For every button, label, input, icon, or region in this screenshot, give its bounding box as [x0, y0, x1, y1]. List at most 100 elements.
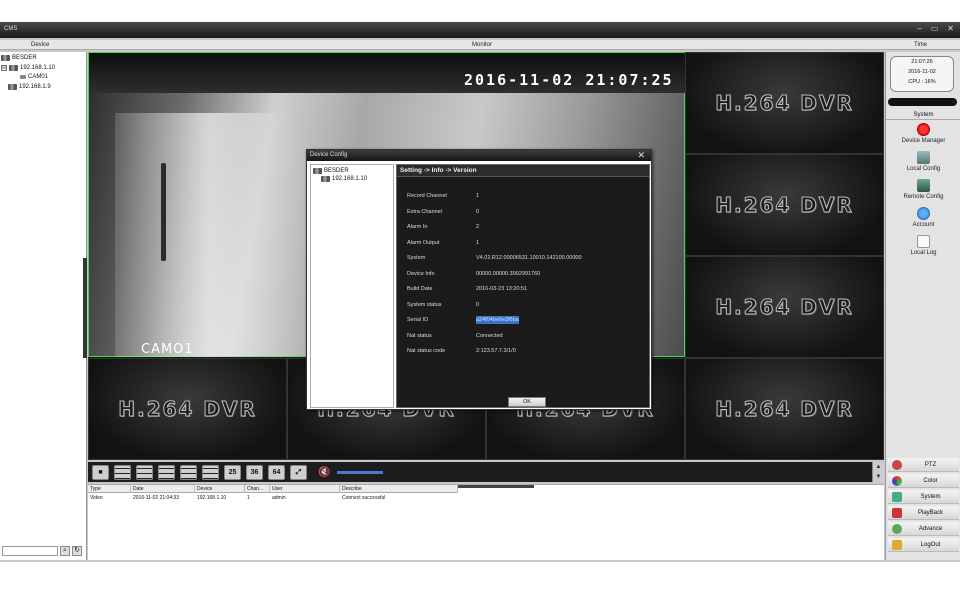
- logout-button[interactable]: LogOut: [888, 538, 959, 552]
- log-header-user[interactable]: User: [270, 485, 340, 493]
- log-cell-device: 192.168.1.10: [197, 495, 227, 501]
- system-button[interactable]: System: [888, 490, 959, 504]
- refresh-icon[interactable]: ↻: [72, 546, 82, 556]
- layout-9-button[interactable]: [180, 464, 197, 480]
- collapse-panel-handle[interactable]: [83, 258, 87, 358]
- dialog-title-bar: Device Config ✕: [307, 150, 651, 161]
- layout-6-button[interactable]: [136, 464, 153, 480]
- ptz-button[interactable]: PTZ: [888, 458, 959, 472]
- device-config-dialog: Device Config ✕ BESDER 192.168.1.10 Sett…: [306, 149, 652, 410]
- field-label: Nat status: [407, 333, 432, 339]
- field-value: 2:123.57.7.3/1/0: [476, 348, 516, 354]
- log-header-channel[interactable]: Chan...: [245, 485, 270, 493]
- tile-placeholder-label: H.264 DVR: [715, 193, 854, 218]
- remote-config-button[interactable]: Remote Config: [886, 179, 960, 200]
- mute-icon[interactable]: 🔇: [318, 467, 330, 478]
- osd-camera-name: CAMO1: [141, 342, 194, 357]
- local-config-icon: [917, 151, 930, 164]
- log-header-device[interactable]: Device: [195, 485, 245, 493]
- account-button[interactable]: Account: [886, 207, 960, 228]
- tree-item-camera[interactable]: CAM01: [20, 73, 48, 81]
- video-door-handle: [161, 163, 166, 261]
- local-log-button[interactable]: Local Log: [886, 235, 960, 256]
- log-header-date[interactable]: Date: [131, 485, 195, 493]
- close-icon[interactable]: ✕: [947, 24, 954, 34]
- clock-display: 21:07:26 2016-11-02 CPU : 16%: [890, 56, 954, 92]
- device-column-header: Device: [31, 42, 50, 48]
- device-manager-button[interactable]: Device Manager: [886, 123, 960, 144]
- tree-root-label: BESDER: [12, 55, 37, 61]
- local-config-button[interactable]: Local Config: [886, 151, 960, 172]
- field-value: Connected: [476, 333, 503, 339]
- field-value: 1: [476, 240, 480, 246]
- layout-4-button[interactable]: [114, 464, 131, 480]
- layout-8-button[interactable]: [158, 464, 175, 480]
- layout-toolbar: ■ 25 36 64 ⤢ 🔇: [88, 462, 884, 482]
- clock-time: 21:07:26: [911, 59, 933, 65]
- camera-icon: [20, 75, 26, 79]
- video-tile[interactable]: H.264 DVR: [88, 358, 287, 460]
- clock-date: 2016-11-02: [908, 69, 936, 75]
- advance-button[interactable]: Advance: [888, 522, 959, 536]
- device-search-input[interactable]: [2, 546, 58, 556]
- table-row[interactable]: Video 2016-11-02 21:04:33 192.168.1.10 1…: [88, 494, 458, 502]
- serial-id-value[interactable]: a24f04be6e3f6ba: [476, 316, 519, 324]
- dvr-icon: [321, 176, 330, 182]
- remote-config-label: Remote Config: [903, 194, 944, 200]
- log-panel: Type Date Device Chan... User Describe V…: [88, 484, 884, 560]
- dialog-tree-root[interactable]: BESDER: [313, 167, 349, 175]
- field-label: Extra Channel: [407, 209, 442, 215]
- volume-slider[interactable]: [337, 470, 384, 474]
- cpu-usage: CPU : 16%: [908, 79, 936, 85]
- system-heading: System: [886, 111, 960, 120]
- account-label: Account: [912, 222, 935, 228]
- scroll-arrows[interactable]: ▲ ▼: [872, 462, 884, 482]
- remote-config-icon: [917, 179, 930, 192]
- advance-label: Advance: [918, 525, 943, 532]
- ptz-label: PTZ: [924, 461, 937, 468]
- field-label: Serial ID: [407, 317, 429, 323]
- log-header-describe[interactable]: Describe: [340, 485, 458, 493]
- network-icon: [1, 55, 10, 61]
- column-headers: Device Monitor Time: [0, 40, 960, 50]
- dialog-content: Setting -> Info -> Version Record Channe…: [396, 164, 650, 408]
- field-label: System status: [407, 302, 442, 308]
- field-value: 0: [476, 302, 480, 308]
- dialog-title: Device Config: [310, 152, 348, 158]
- close-icon[interactable]: ✕: [637, 150, 645, 161]
- fullscreen-icon[interactable]: ⤢: [290, 464, 307, 480]
- collapse-icon[interactable]: ⊟: [1, 65, 7, 71]
- field-value: 00000.00000.3992991760: [476, 271, 541, 277]
- tree-root[interactable]: BESDER: [1, 54, 37, 62]
- log-cell-user: admin: [272, 495, 286, 501]
- log-header-type[interactable]: Type: [88, 485, 131, 493]
- layout-36-button[interactable]: 36: [246, 464, 263, 480]
- log-cell-describe: Connect successful: [342, 495, 386, 501]
- layout-64-button[interactable]: 64: [268, 464, 285, 480]
- log-table-header: Type Date Device Chan... User Describe: [88, 485, 458, 493]
- video-tile[interactable]: H.264 DVR: [685, 154, 884, 256]
- video-tile[interactable]: H.264 DVR: [685, 256, 884, 358]
- layout-25-button[interactable]: 25: [224, 464, 241, 480]
- minimize-icon[interactable]: –: [917, 24, 921, 34]
- monitor-column-header: Monitor: [472, 42, 493, 48]
- dialog-tree-item[interactable]: 192.168.1.10: [321, 175, 367, 183]
- maximize-icon[interactable]: ▭: [931, 24, 939, 34]
- time-column-header: Time: [914, 42, 928, 48]
- playback-icon: [892, 507, 902, 518]
- device-manager-label: Device Manager: [901, 138, 946, 144]
- search-icon[interactable]: ⌕: [60, 546, 70, 556]
- layout-1-button[interactable]: ■: [92, 464, 109, 480]
- ok-button[interactable]: OK: [508, 397, 546, 407]
- field-label: Nat status code: [407, 348, 446, 354]
- video-tile[interactable]: H.264 DVR: [685, 358, 884, 460]
- dialog-tree-root-label: BESDER: [324, 168, 349, 174]
- tree-item-device-2[interactable]: 192.168.1.9: [8, 83, 51, 91]
- color-button[interactable]: Color: [888, 474, 959, 488]
- tree-item-label: 192.168.1.10: [20, 65, 56, 71]
- video-tile[interactable]: H.264 DVR: [685, 52, 884, 154]
- cms-application: CMS – ▭ ✕ Device Monitor Time BESDER ⊟ 1…: [0, 22, 960, 562]
- playback-button[interactable]: PlayBack: [888, 506, 959, 520]
- layout-16-button[interactable]: [202, 464, 219, 480]
- tree-item-device[interactable]: ⊟ 192.168.1.10: [1, 64, 55, 72]
